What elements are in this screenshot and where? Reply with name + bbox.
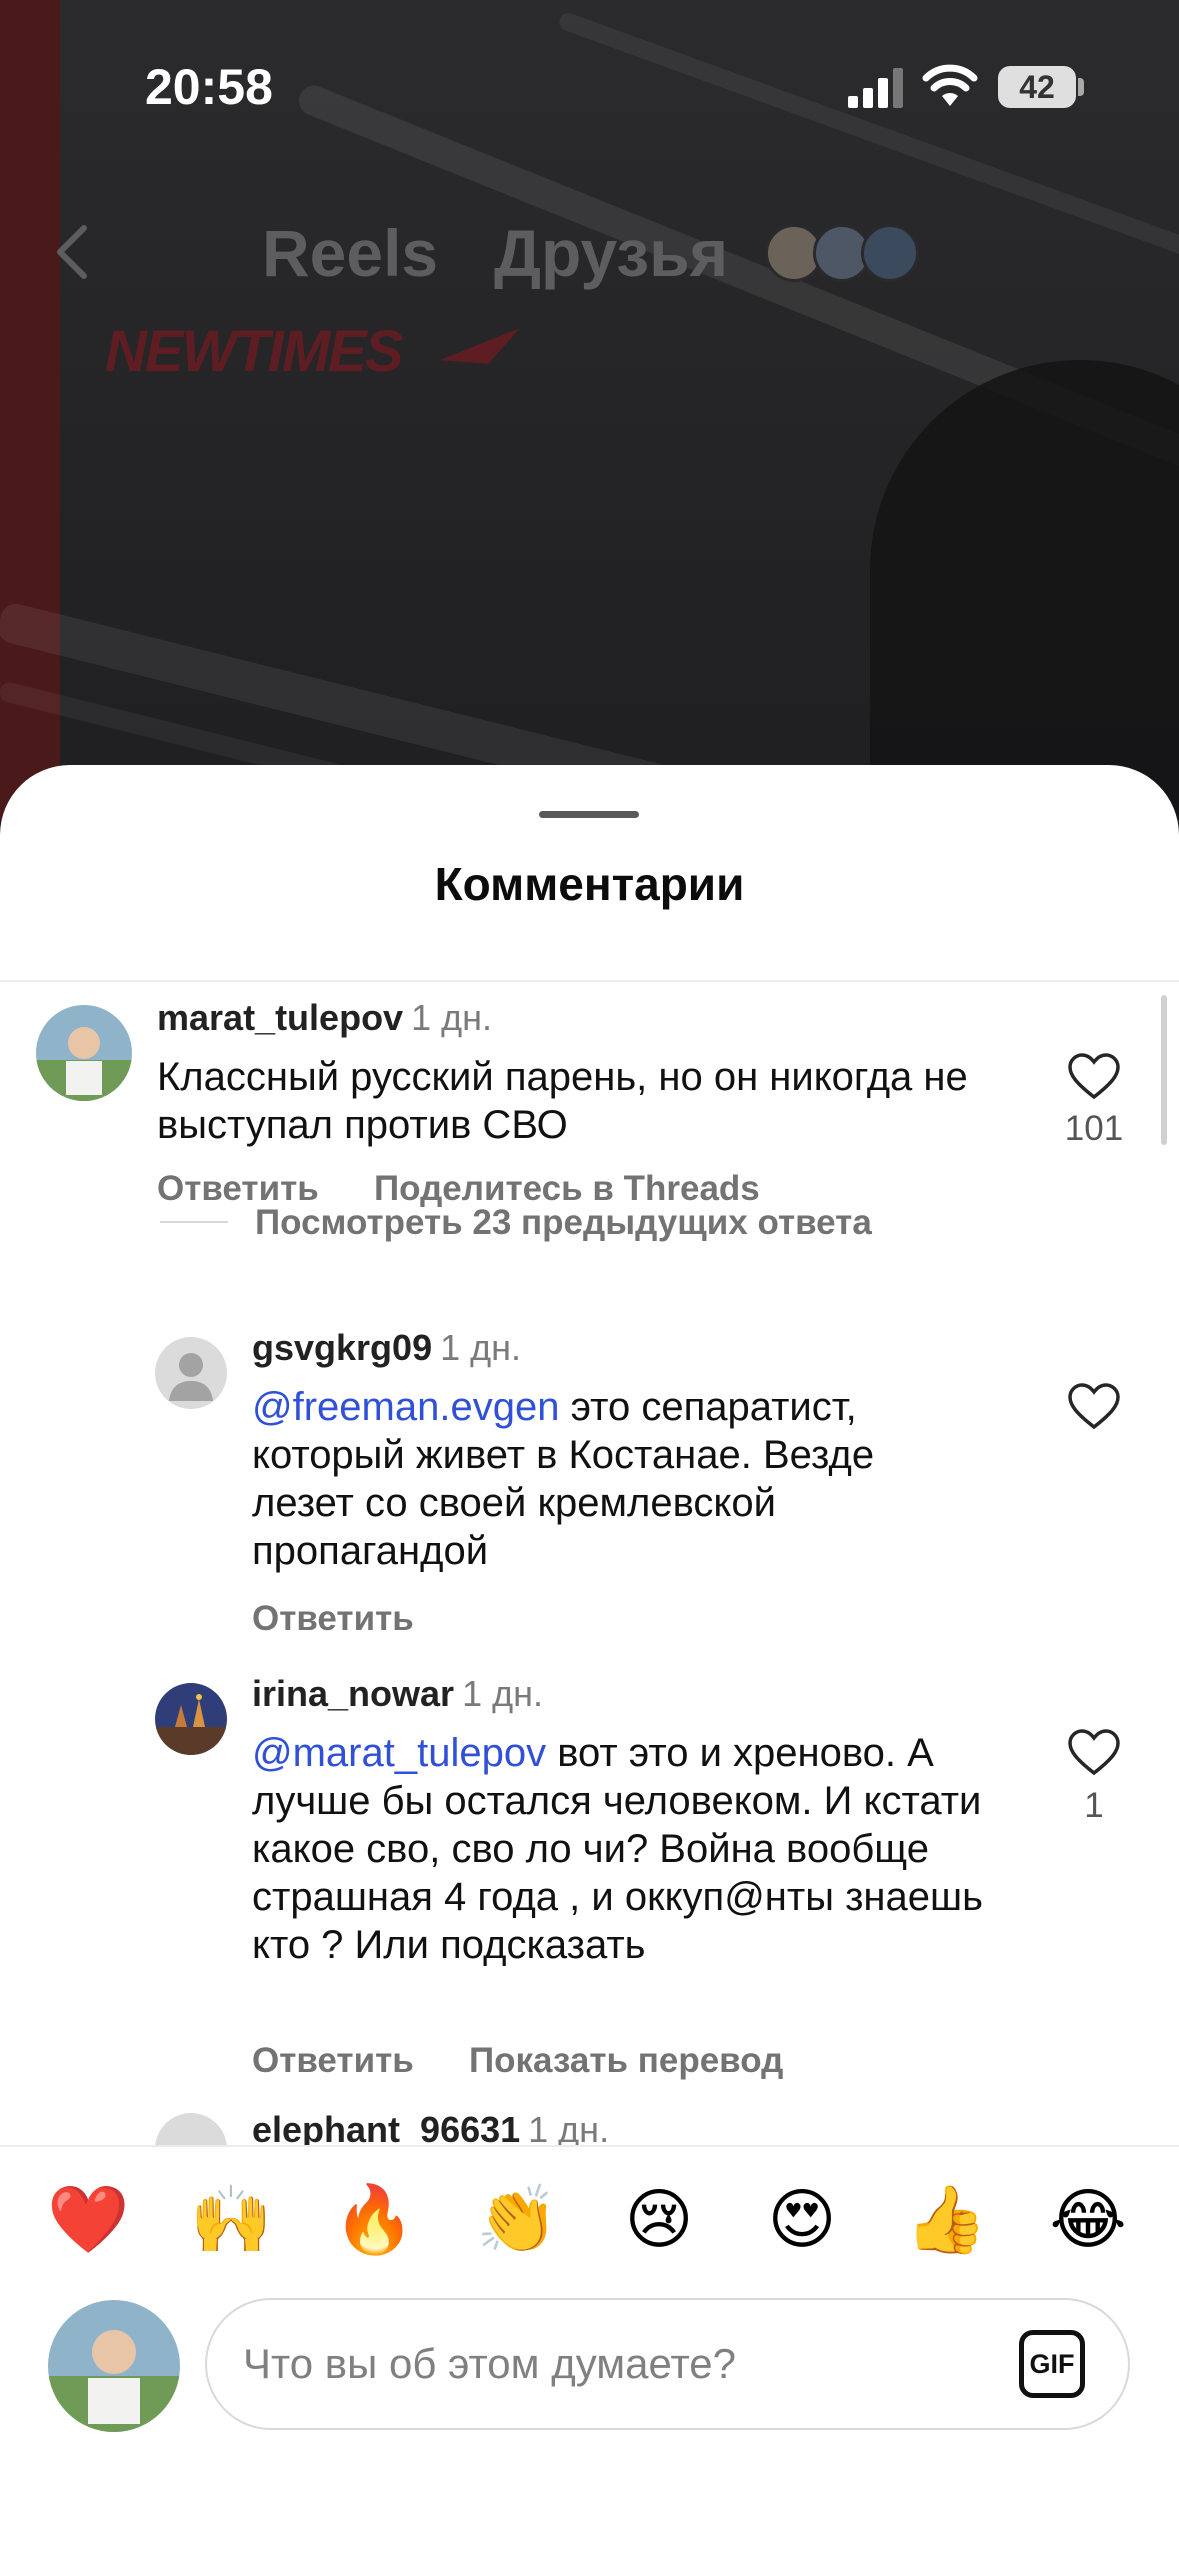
comment-input[interactable]: Что вы об этом думаете? GIF [205,2298,1130,2430]
person-silhouette [870,360,1179,820]
comment-username[interactable]: irina_nowar 1 дн. [252,1673,543,1715]
reply-button[interactable]: Ответить [252,1599,414,1639]
comment-time: 1 дн. [411,997,492,1038]
avatar[interactable] [36,1005,132,1101]
username-text[interactable]: marat_tulepov [157,997,403,1038]
tab-reels[interactable]: Reels [262,215,438,291]
status-bar: 20:58 42 [0,0,1179,160]
avatar[interactable] [155,1683,227,1755]
emoji-reaction-bar: ❤️ 🙌 🔥 👏 😢 😍 👍 😂 [0,2145,1179,2295]
emoji-crying[interactable]: 😢 [619,2179,699,2259]
cellular-signal-icon [848,68,903,108]
emoji-raised-hands[interactable]: 🙌 [190,2179,272,2259]
comment-input-placeholder[interactable]: Что вы об этом думаете? [243,2340,736,2388]
username-text[interactable]: irina_nowar [252,1673,454,1714]
emoji-thumbs-up[interactable]: 👍 [905,2179,987,2259]
comment-username[interactable]: elephant_96631 1 дн. [252,2109,609,2145]
divider [0,980,1179,982]
comment-time: 1 дн. [440,1327,522,1368]
emoji-heart-eyes[interactable]: 😍 [762,2179,842,2259]
comment-username[interactable]: marat_tulepov 1 дн. [157,997,492,1039]
comment-text: @freeman.evgen это сепаратист, который ж… [252,1383,972,1575]
comments-list[interactable]: marat_tulepov 1 дн. Классный русский паре… [0,983,1179,2145]
comment-time: 1 дн. [462,1673,543,1714]
view-replies-button[interactable]: Посмотреть 23 предыдущих ответа [255,1203,872,1243]
username-text[interactable]: gsvgkrg09 [252,1327,432,1368]
mention-link[interactable]: @marat_tulepov [252,1731,546,1775]
reply-button[interactable]: Ответить [252,2041,414,2081]
emoji-heart[interactable]: ❤️ [47,2179,129,2259]
heart-icon[interactable] [1068,1729,1120,1777]
show-translation-button[interactable]: Показать перевод [469,2041,783,2081]
sheet-grabber[interactable] [539,811,639,818]
username-text[interactable]: elephant_96631 [252,2109,520,2145]
like-count: 101 [1064,1109,1124,1148]
friend-avatar [861,224,919,282]
my-avatar [48,2300,180,2432]
friends-avatar-stack[interactable] [765,224,925,282]
tab-friends[interactable]: Друзья [494,215,728,291]
newtimes-logo: NEWTIMES [105,319,404,384]
child-photo-icon [48,2300,180,2432]
heart-icon[interactable] [1068,1383,1120,1431]
kremlin-photo-icon [155,1683,227,1755]
reels-comments-screen: NEWTIMES 20:58 42 Reels Друзья Комментар… [0,0,1179,2556]
emoji-fire[interactable]: 🔥 [333,2179,415,2259]
comment-time: 1 дн. [528,2109,610,2145]
emoji-clapping[interactable]: 👏 [476,2179,558,2259]
comment-username[interactable]: gsvgkrg09 1 дн. [252,1327,521,1369]
sheet-title: Комментарии [434,858,745,910]
comment-text: Классный русский парень, но он никогда н… [157,1055,968,1147]
emoji-laughing[interactable]: 😂 [1048,2179,1128,2259]
replies-line [160,1221,228,1223]
heart-icon[interactable] [1068,1053,1120,1101]
child-photo-icon [36,1005,132,1101]
comments-sheet: Комментарии marat_tulepov 1 дн. Классный … [0,765,1179,2556]
back-chevron-icon[interactable] [50,222,94,282]
gif-button[interactable]: GIF [1019,2330,1085,2398]
mention-link[interactable]: @freeman.evgen [252,1385,559,1429]
comment-text: @marat_tulepov вот это и хреново. А лучш… [252,1729,1022,1969]
battery-tip [1078,78,1084,96]
like-count: 1 [1084,1786,1104,1825]
battery-indicator: 42 [998,66,1076,108]
avatar[interactable] [155,1337,227,1409]
status-time: 20:58 [145,59,273,115]
wifi-icon [922,64,978,106]
avatar[interactable] [155,2113,227,2145]
default-user-icon [155,1337,227,1409]
logo-swoosh-icon [440,328,520,364]
